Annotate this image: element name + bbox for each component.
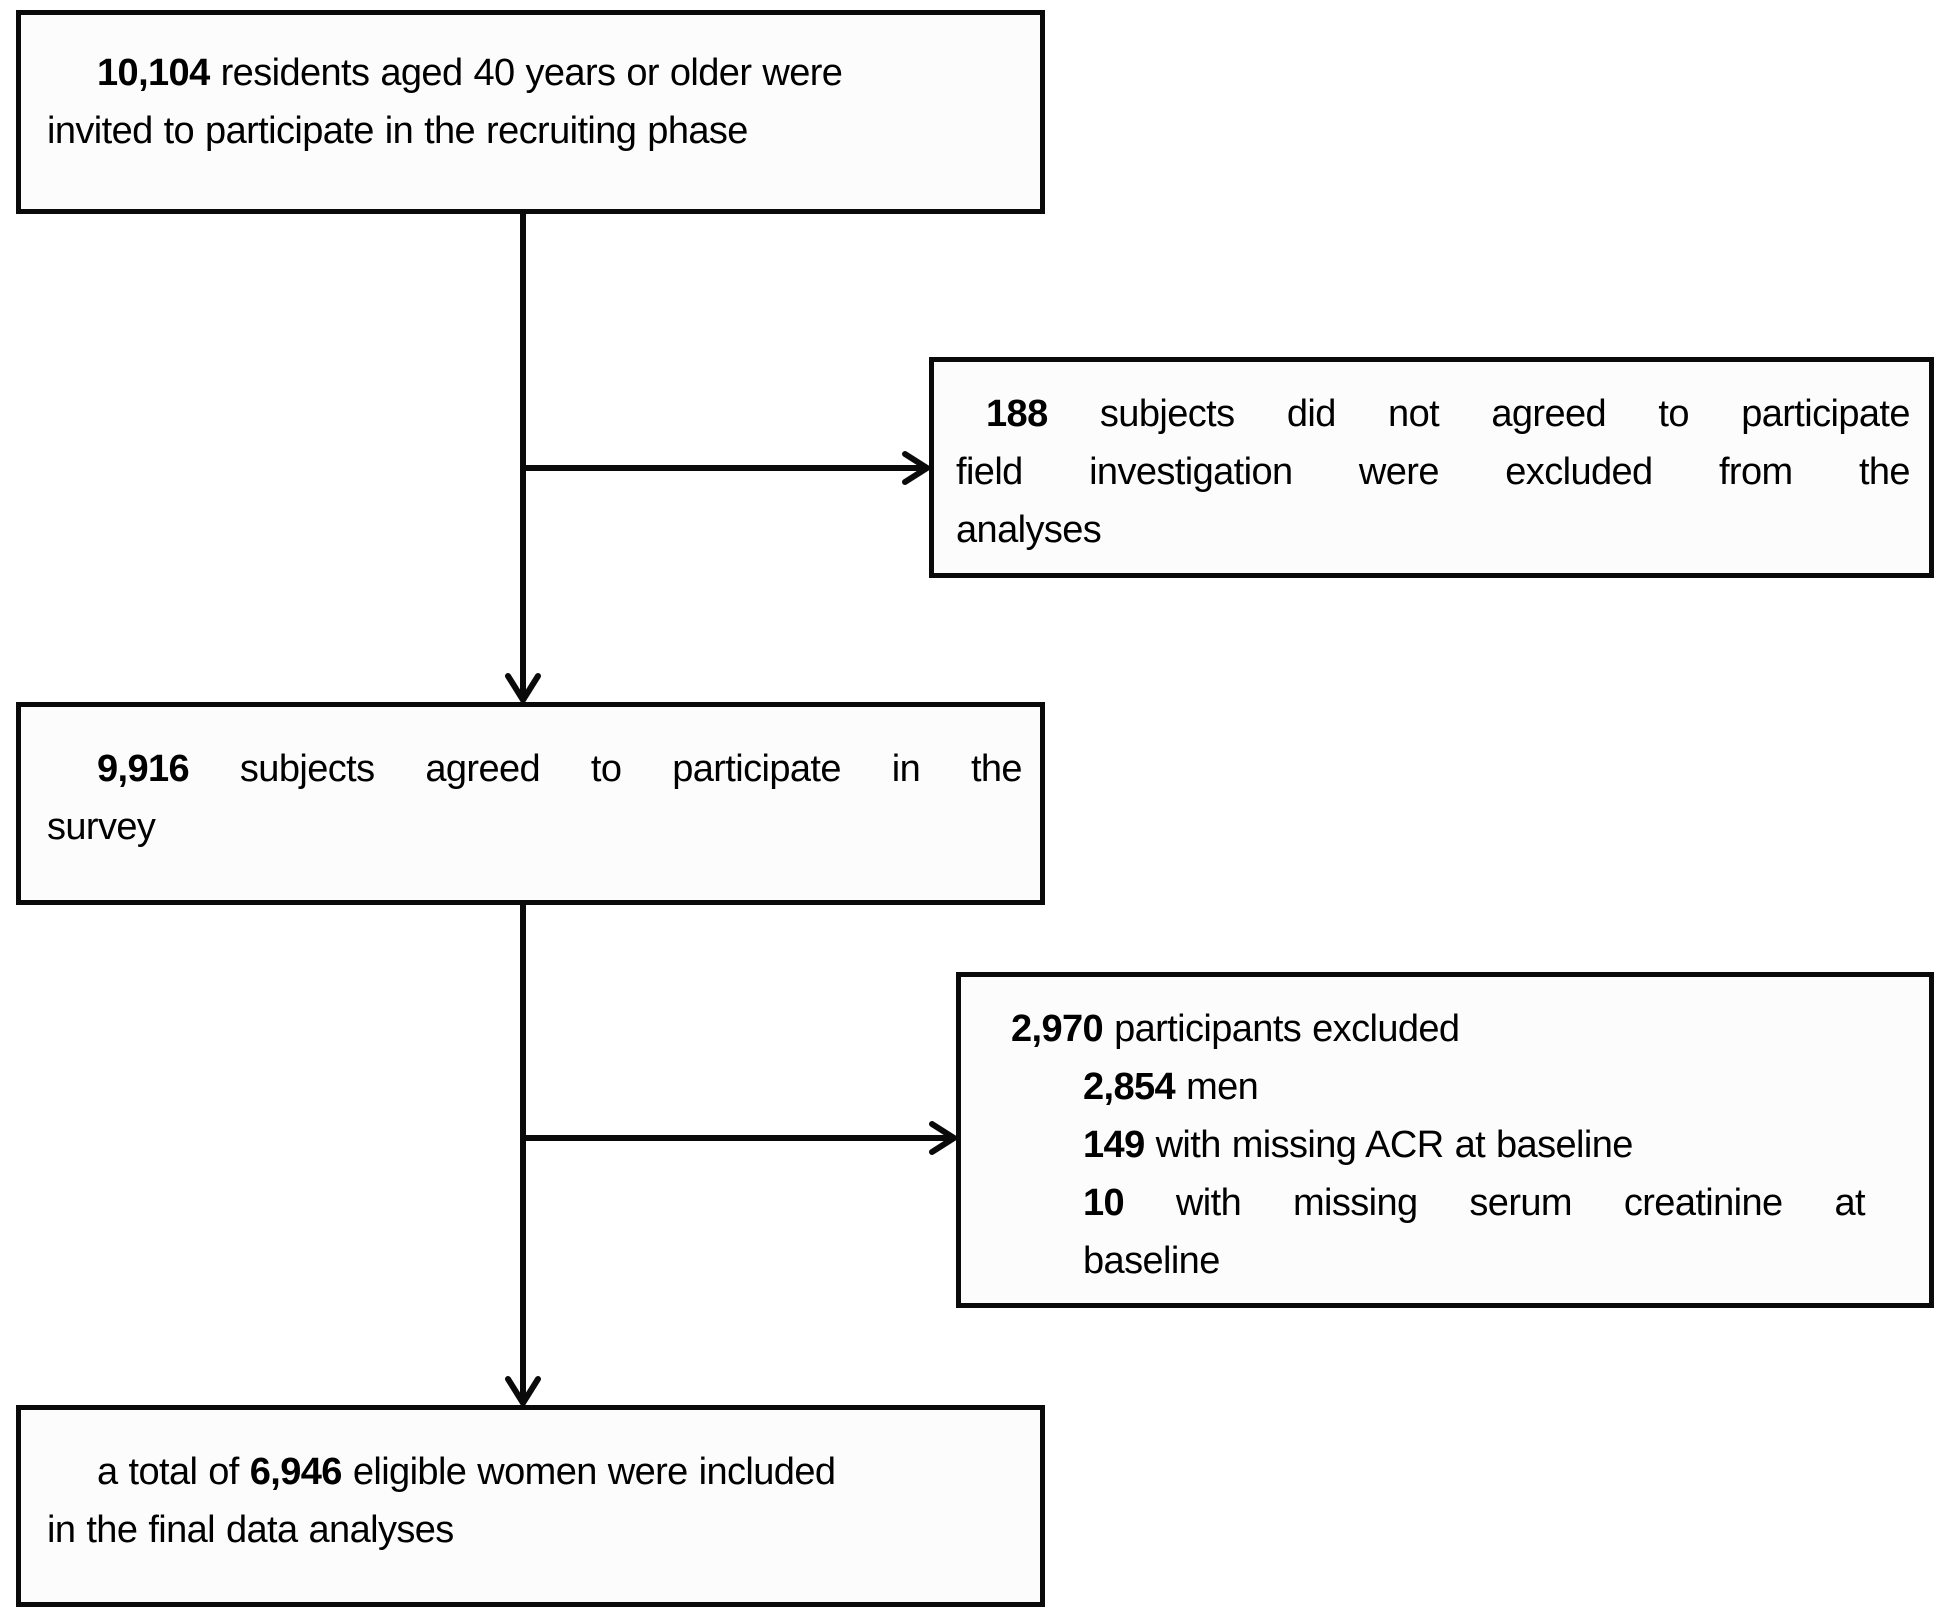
excluded-count: 2,970: [1011, 1008, 1104, 1050]
word: the: [1858, 451, 1911, 493]
reason-text: men: [1186, 1066, 1259, 1108]
word: to: [1658, 393, 1689, 435]
arrowhead-to-excluded: [929, 1121, 960, 1155]
excluded-reason-creatinine-cont: baseline: [1083, 1240, 1220, 1282]
word: serum: [1469, 1182, 1572, 1224]
reason-count: 10: [1083, 1182, 1125, 1224]
final-count: 6,946: [249, 1451, 343, 1493]
final-text: a total of 6,946 eligible women were inc…: [47, 1443, 1022, 1559]
word: were: [1358, 451, 1440, 493]
final-prefix: a total of: [97, 1451, 239, 1493]
word: to: [590, 748, 622, 790]
word: did: [1286, 393, 1337, 435]
box-final-women-included: a total of 6,946 eligible women were inc…: [16, 1405, 1045, 1607]
word: excluded: [1505, 451, 1653, 493]
final-line1-rest: eligible women were included: [352, 1451, 836, 1493]
arrowhead-to-declined: [902, 451, 933, 485]
word: the: [970, 748, 1023, 790]
excluded-reason-creatinine: 10 with missing serum creatinine at: [1011, 1174, 1866, 1232]
word: from: [1718, 451, 1793, 493]
declined-line-2: field investigation were excluded from t…: [956, 443, 1911, 501]
word: in: [891, 748, 921, 790]
invited-count: 10,104: [97, 52, 210, 94]
arrowhead-to-agreed: [505, 673, 541, 706]
box-invited-residents: 10,104 residents aged 40 years or older …: [16, 10, 1045, 214]
declined-line-1: 188 subjects did not agreed to participa…: [956, 385, 1911, 443]
reason-text: with missing ACR at baseline: [1155, 1124, 1634, 1166]
agreed-line-2: survey: [47, 806, 156, 848]
excluded-reason-acr: 149 with missing ACR at baseline: [1011, 1116, 1865, 1174]
word: creatinine: [1623, 1182, 1783, 1224]
word: not: [1388, 393, 1440, 435]
excluded-label: participants excluded: [1114, 1008, 1460, 1050]
invited-text: 10,104 residents aged 40 years or older …: [47, 44, 1022, 160]
invited-line-1: 10,104 residents aged 40 years or older …: [47, 44, 1022, 102]
box-agreed-subjects: 9,916 subjects agreed to participate in …: [16, 702, 1045, 905]
word: investigation: [1089, 451, 1293, 493]
word: subjects: [1099, 393, 1235, 435]
word: missing: [1292, 1182, 1418, 1224]
final-line-2: in the final data analyses: [47, 1509, 454, 1551]
word: field: [956, 451, 1023, 493]
reason-count: 2,854: [1083, 1066, 1176, 1108]
invited-line1-rest: residents aged 40 years or older were: [220, 52, 843, 94]
word: subjects: [239, 748, 375, 790]
box-excluded-participants: 2,970 participants excluded 2,854 men 14…: [956, 972, 1934, 1308]
word: participate: [1741, 393, 1910, 435]
excluded-text: 2,970 participants excluded 2,854 men 14…: [1011, 1000, 1866, 1290]
reason-count: 149: [1083, 1124, 1145, 1166]
final-line-1: a total of 6,946 eligible women were inc…: [47, 1443, 1022, 1501]
arrowhead-to-final: [505, 1376, 541, 1409]
agreed-text: 9,916 subjects agreed to participate in …: [47, 740, 1023, 856]
word: agreed: [425, 748, 541, 790]
word: at: [1834, 1182, 1865, 1224]
excluded-header: 2,970 participants excluded: [1011, 1000, 1865, 1058]
declined-line-3: analyses: [956, 509, 1102, 551]
declined-count: 188: [986, 393, 1048, 435]
agreed-line-1: 9,916 subjects agreed to participate in …: [47, 740, 1023, 798]
excluded-reason-men: 2,854 men: [1011, 1058, 1865, 1116]
invited-line-2: invited to participate in the recruiting…: [47, 110, 748, 152]
box-declined-subjects: 188 subjects did not agreed to participa…: [929, 357, 1934, 578]
word: participate: [672, 748, 841, 790]
agreed-count: 9,916: [97, 748, 190, 790]
word: agreed: [1491, 393, 1607, 435]
word: with: [1175, 1182, 1242, 1224]
declined-text: 188 subjects did not agreed to participa…: [956, 385, 1911, 559]
